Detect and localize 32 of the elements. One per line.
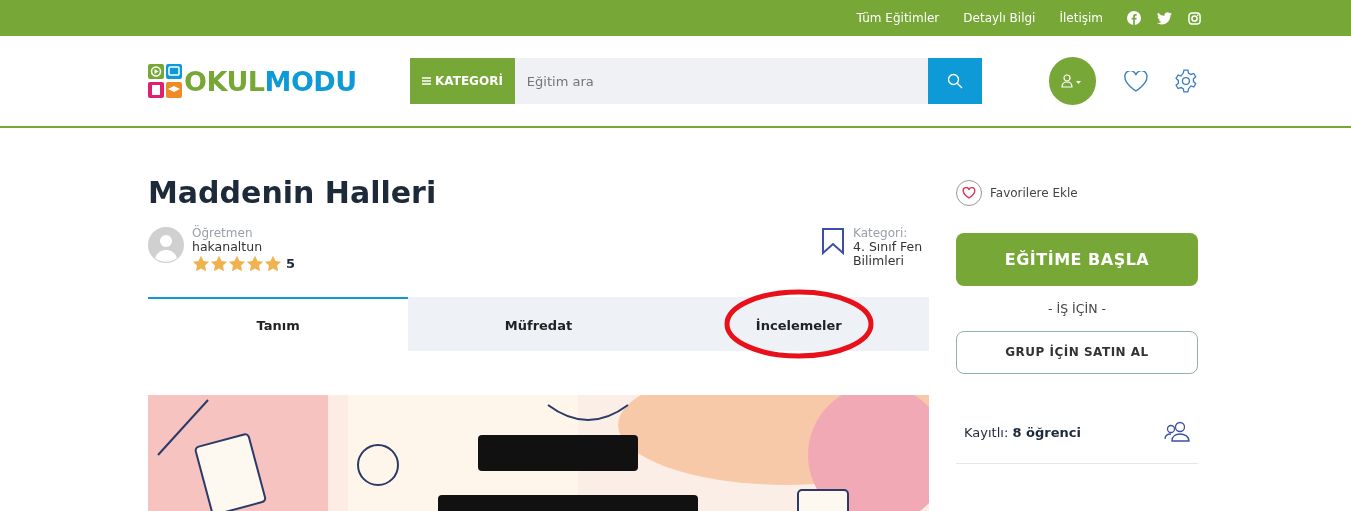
- star-icon: [246, 255, 264, 273]
- tab[interactable]: İncelemeler: [668, 297, 929, 352]
- twitter-icon[interactable]: [1157, 11, 1172, 25]
- user-icon: [1061, 74, 1084, 88]
- star-icon: [210, 255, 228, 273]
- teacher-label: Öğretmen: [192, 227, 254, 241]
- business-label: - İŞ İÇİN -: [1047, 300, 1107, 318]
- star-icon: [264, 255, 282, 273]
- heart-icon[interactable]: [1124, 70, 1149, 92]
- enrolled-count: Kayıtlı: 8 öğrenci: [964, 423, 1081, 442]
- search-field[interactable]: Eğitim ara: [514, 58, 928, 104]
- category-label: Kategori:: [853, 227, 909, 241]
- instagram-icon[interactable]: [1188, 11, 1201, 25]
- star-icon: [228, 255, 246, 273]
- tab[interactable]: Müfredat: [408, 297, 669, 352]
- avatar-icon: [148, 227, 184, 263]
- rating-value: 5: [286, 254, 296, 273]
- search-button[interactable]: [927, 58, 982, 104]
- favorite-link[interactable]: Favorilere Ekle: [990, 184, 1078, 202]
- bookmark-icon: [821, 227, 845, 255]
- menu-icon: [422, 77, 432, 85]
- teacher-name[interactable]: hakanaltun: [192, 240, 296, 254]
- star-icon: [192, 255, 210, 273]
- user-menu-button[interactable]: [1048, 57, 1097, 105]
- users-icon: [1164, 421, 1190, 444]
- settings-icon[interactable]: [1174, 69, 1198, 93]
- course-title: Maddenin Halleri: [148, 175, 438, 211]
- facebook-icon[interactable]: [1127, 11, 1141, 25]
- search-icon: [946, 73, 963, 89]
- logo-icon: [148, 64, 184, 98]
- category-link[interactable]: 4. Sınıf Fen Bilimleri: [853, 240, 929, 268]
- group-purchase-button[interactable]: GRUP İÇİN SATIN AL: [956, 330, 1198, 374]
